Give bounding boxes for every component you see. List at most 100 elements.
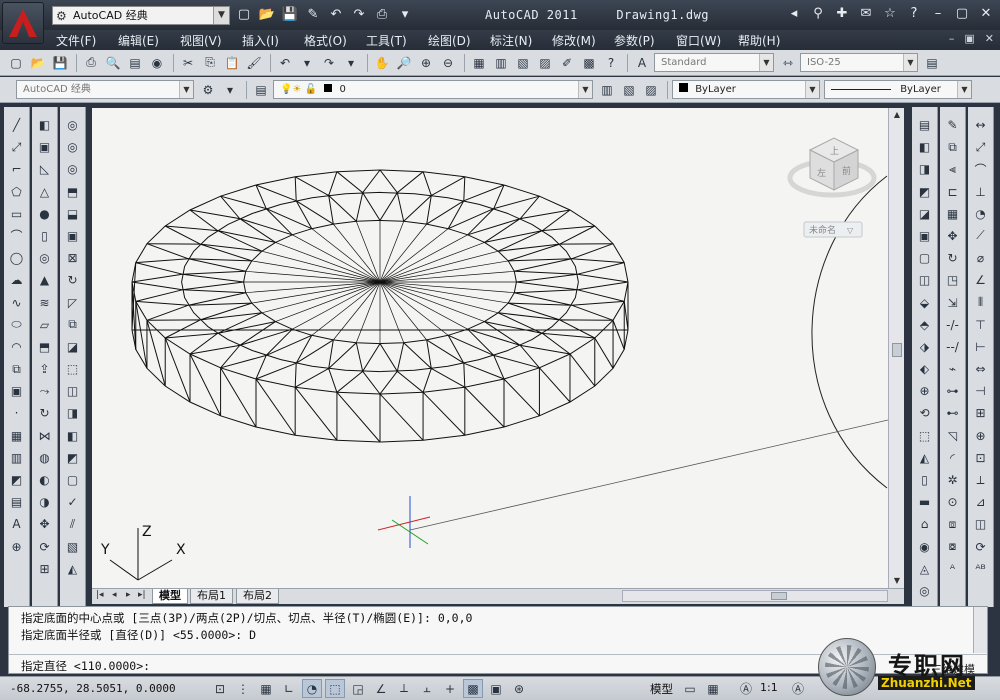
union-icon[interactable]: ◍ — [35, 448, 55, 468]
workspace-settings-icon[interactable]: ⚙ — [198, 80, 218, 100]
tab-prev-icon[interactable]: ◂ — [112, 590, 117, 600]
text-style-icon[interactable]: A — [632, 53, 652, 73]
viewcube[interactable]: 上 左 前 未命名 ▽ — [787, 137, 877, 238]
rotate-faces-icon[interactable]: ↻ — [63, 270, 83, 290]
selection-cycling-icon[interactable]: ⊛ — [509, 679, 529, 698]
menu-window[interactable]: 窗口(W) — [676, 32, 721, 49]
save-as-icon[interactable]: ✎ — [303, 6, 323, 24]
line-icon[interactable]: ╱ — [7, 115, 27, 135]
scrollbar-thumb[interactable] — [771, 592, 787, 600]
redo-icon[interactable]: ↷ — [319, 53, 339, 73]
annotation-scale-value[interactable]: 1:1 — [760, 681, 778, 694]
continue-icon[interactable]: ⊢ — [971, 337, 991, 357]
insert-block-icon[interactable]: ⧉ — [7, 359, 27, 379]
pan-icon[interactable]: ✋ — [372, 53, 392, 73]
move-faces-icon[interactable]: ⬓ — [63, 204, 83, 224]
copy-icon[interactable]: ⎘ — [200, 53, 220, 73]
layer-select[interactable]: 💡☀ 🔓 0 ▼ — [273, 80, 593, 99]
rectangle-icon[interactable]: ▭ — [7, 204, 27, 224]
chamfer-icon[interactable]: ◹ — [943, 426, 963, 446]
tab-layout2[interactable]: 布局2 — [236, 589, 279, 604]
revcloud-icon[interactable]: ☁ — [7, 270, 27, 290]
zoom-icon[interactable]: ⊕ — [915, 381, 935, 401]
layer-isolate-icon[interactable]: ▨ — [641, 80, 661, 100]
3d-hidden-icon[interactable]: ◭ — [915, 448, 935, 468]
back-view-icon[interactable]: ▢ — [915, 248, 935, 268]
properties-icon[interactable]: ▦ — [469, 53, 489, 73]
menu-help[interactable]: 帮助(H) — [738, 32, 780, 49]
tab-model[interactable]: 模型 — [152, 589, 188, 604]
polar-icon[interactable]: ⊙ — [943, 492, 963, 512]
new-icon[interactable]: ▢ — [6, 53, 26, 73]
separate-icon[interactable]: ◩ — [63, 448, 83, 468]
jogged-icon[interactable]: ⟋ — [971, 226, 991, 246]
dim-style-icon[interactable]: ⇿ — [778, 53, 798, 73]
se-iso-icon[interactable]: ⬙ — [915, 293, 935, 313]
polyline-icon[interactable]: ⌐ — [7, 159, 27, 179]
help-icon[interactable]: ? — [904, 5, 924, 23]
quick-properties-icon[interactable]: ▣ — [486, 679, 506, 698]
model-space-label[interactable]: 模型 — [650, 681, 673, 697]
front-view-icon[interactable]: ▣ — [915, 226, 935, 246]
bottom-view-icon[interactable]: ◨ — [915, 159, 935, 179]
undo-icon[interactable]: ↶ — [326, 6, 346, 24]
scroll-down-icon[interactable]: ▼ — [889, 574, 905, 588]
realistic-icon[interactable]: ▯ — [915, 470, 935, 490]
union-icon[interactable]: ◎ — [63, 115, 83, 135]
polar-tracking-icon[interactable]: ◔ — [302, 679, 322, 698]
color-edges-icon[interactable]: ◫ — [63, 381, 83, 401]
open-icon[interactable]: 📂 — [28, 53, 48, 73]
linear-dim-icon[interactable]: ↔ — [971, 115, 991, 135]
table-icon[interactable]: ▤ — [7, 492, 27, 512]
calculator-icon[interactable]: ▩ — [579, 53, 599, 73]
workspace-dropdown-icon[interactable]: ▾ — [220, 80, 240, 100]
new-file-icon[interactable]: ▢ — [234, 6, 254, 24]
ellipse-arc-icon[interactable]: ◠ — [7, 337, 27, 357]
scale-icon[interactable]: ◳ — [943, 270, 963, 290]
linetype-select[interactable]: ByLayer ▼ — [824, 80, 972, 99]
subtract-icon[interactable]: ◎ — [63, 137, 83, 157]
check-icon[interactable]: ✓ — [63, 492, 83, 512]
break-at-point-icon[interactable]: ⌁ — [943, 359, 963, 379]
menu-file[interactable]: 文件(F) — [56, 32, 96, 49]
render-icon[interactable]: ⌂ — [915, 514, 935, 534]
quick-dim-icon[interactable]: ⫴ — [971, 293, 991, 313]
menu-draw[interactable]: 绘图(D) — [428, 32, 471, 49]
binoculars-icon[interactable]: ⚲ — [808, 5, 828, 23]
slice-icon[interactable]: ⫽ — [63, 514, 83, 534]
arc-length-icon[interactable]: ⌒ — [971, 159, 991, 179]
3d-move-icon[interactable]: ✥ — [35, 514, 55, 534]
intersect-icon[interactable]: ◎ — [63, 159, 83, 179]
ne-iso-icon[interactable]: ⬘ — [915, 315, 935, 335]
tool-palettes-icon[interactable]: ▧ — [513, 53, 533, 73]
break-icon[interactable]: ⊶ — [943, 381, 963, 401]
polysolid-icon[interactable]: ◧ — [35, 115, 55, 135]
minimize-button[interactable]: – — [928, 5, 948, 23]
color-select[interactable]: ByLayer ▼ — [672, 80, 820, 99]
array-icon[interactable]: ▦ — [943, 204, 963, 224]
offset-icon[interactable]: ⊏ — [943, 182, 963, 202]
close-button[interactable]: ✕ — [976, 5, 996, 23]
fillet-icon[interactable]: ◜ — [943, 448, 963, 468]
intersect-icon[interactable]: ◑ — [35, 492, 55, 512]
gradient-icon[interactable]: ▥ — [7, 448, 27, 468]
polygon-icon[interactable]: ⬠ — [7, 182, 27, 202]
lights-icon[interactable]: ◬ — [915, 559, 935, 579]
tab-next-icon[interactable]: ▸ — [126, 590, 131, 600]
dim-style-icon[interactable]: ᴬᴮ — [971, 559, 991, 579]
nav-left-icon[interactable]: ◂ — [784, 5, 804, 23]
command-prompt[interactable]: 指定直径 <110.0000>: — [21, 658, 150, 674]
right-view-icon[interactable]: ◪ — [915, 204, 935, 224]
top-view-icon[interactable]: ◧ — [915, 137, 935, 157]
layer-manager-icon[interactable]: ▤ — [251, 80, 271, 100]
3d-align-icon[interactable]: ⊞ — [35, 559, 55, 579]
quick-view-layouts-icon[interactable]: ▭ — [680, 679, 700, 698]
zoom-previous-icon[interactable]: ⊖ — [438, 53, 458, 73]
conceptual-icon[interactable]: ▬ — [915, 492, 935, 512]
table-style-icon[interactable]: ▤ — [922, 53, 942, 73]
ellipse-icon[interactable]: ⬭ — [7, 315, 27, 335]
diameter-icon[interactable]: ⌀ — [971, 248, 991, 268]
cylinder-icon[interactable]: ▯ — [35, 226, 55, 246]
section-icon[interactable]: ▧ — [63, 537, 83, 557]
presspull-icon[interactable]: ⇪ — [35, 359, 55, 379]
